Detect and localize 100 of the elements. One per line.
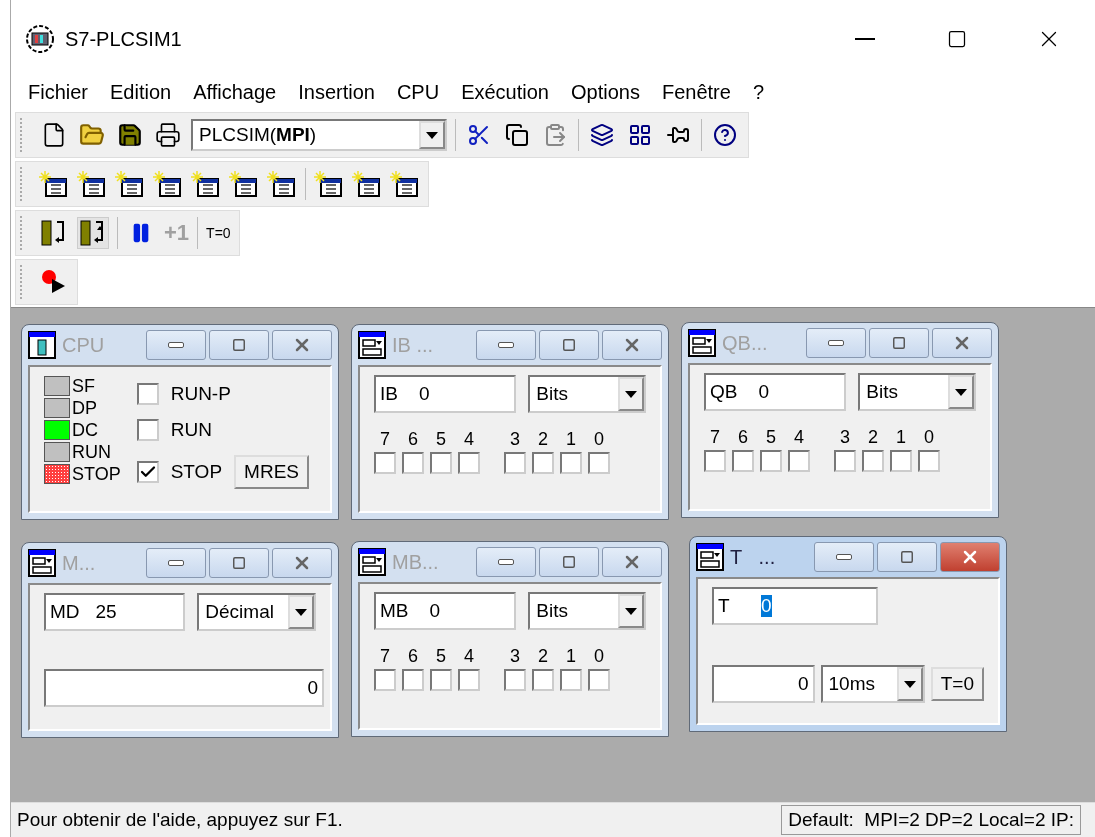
- bit-label: 0: [924, 427, 934, 448]
- bit-checkbox[interactable]: [890, 450, 912, 472]
- bit-checkbox[interactable]: [532, 452, 554, 474]
- minimize-button[interactable]: [806, 328, 866, 358]
- record-play-icon[interactable]: [41, 269, 67, 295]
- menu-item[interactable]: Affichage: [182, 80, 288, 104]
- bit-checkbox[interactable]: [504, 452, 526, 474]
- new-window-icon[interactable]: [153, 170, 183, 198]
- led-label: RUN: [72, 441, 111, 463]
- new-window-icon[interactable]: [390, 170, 420, 198]
- minimize-button[interactable]: [476, 547, 536, 577]
- new-window-icon[interactable]: [77, 170, 107, 198]
- menu-item[interactable]: Options: [560, 80, 651, 104]
- connection-dropdown[interactable]: PLCSIM(MPI): [191, 119, 447, 151]
- bit-checkbox[interactable]: [788, 450, 810, 472]
- window-title: S7-PLCSIM1: [65, 27, 182, 51]
- bit-checkbox[interactable]: [458, 669, 480, 691]
- new-window-icon[interactable]: [39, 170, 69, 198]
- format-dropdown[interactable]: Bits: [528, 375, 646, 413]
- bit-checkbox[interactable]: [834, 450, 856, 472]
- bit-checkbox[interactable]: [560, 452, 582, 474]
- bit-checkbox[interactable]: [918, 450, 940, 472]
- maximize-button[interactable]: [209, 330, 269, 360]
- new-window-icon[interactable]: [115, 170, 145, 198]
- menu-item[interactable]: Insertion: [287, 80, 386, 104]
- bit-checkbox[interactable]: [732, 450, 754, 472]
- address-field[interactable]: IB 0: [374, 375, 517, 413]
- address-field[interactable]: MB 0: [374, 592, 517, 630]
- bit-checkbox[interactable]: [504, 669, 526, 691]
- minimize-button[interactable]: [476, 330, 536, 360]
- close-button[interactable]: [932, 328, 992, 358]
- bit-label: 1: [566, 429, 576, 450]
- printer-icon[interactable]: [153, 120, 183, 150]
- dropdown-arrow-icon: [426, 131, 438, 139]
- value-field[interactable]: 0: [712, 665, 815, 703]
- format-dropdown[interactable]: Bits: [858, 373, 976, 411]
- address-field[interactable]: QB 0: [704, 373, 847, 411]
- new-window-icon[interactable]: [314, 170, 344, 198]
- bit-checkbox[interactable]: [560, 669, 582, 691]
- address-field[interactable]: MD 25: [44, 593, 186, 631]
- address-field[interactable]: T 0: [712, 587, 878, 625]
- close-button[interactable]: [272, 548, 332, 578]
- minimize-button[interactable]: [146, 330, 206, 360]
- bit-checkbox[interactable]: [430, 452, 452, 474]
- reset-timers-button[interactable]: T=0: [206, 225, 231, 241]
- new-window-icon[interactable]: [191, 170, 221, 198]
- bit-label: 0: [594, 646, 604, 667]
- bit-checkbox[interactable]: [458, 452, 480, 474]
- reset-timer-button[interactable]: T=0: [930, 667, 984, 701]
- maximize-button[interactable]: [539, 547, 599, 577]
- close-button[interactable]: [602, 330, 662, 360]
- format-dropdown[interactable]: Bits: [528, 592, 646, 630]
- new-window-icon[interactable]: [352, 170, 382, 198]
- bit-checkbox[interactable]: [588, 452, 610, 474]
- maximize-button[interactable]: [877, 542, 937, 572]
- bit-checkbox[interactable]: [402, 452, 424, 474]
- bit-label: 4: [464, 646, 474, 667]
- bit-label: 7: [380, 429, 390, 450]
- bit-checkbox[interactable]: [430, 669, 452, 691]
- connection-status: Default: MPI=2 DP=2 Local=2 IP:: [781, 805, 1081, 835]
- bit-checkbox[interactable]: [374, 452, 396, 474]
- new-window-icon[interactable]: [267, 170, 297, 198]
- bit-label: 6: [408, 646, 418, 667]
- new-window-icon[interactable]: [229, 170, 259, 198]
- maximize-button[interactable]: [209, 548, 269, 578]
- mode-checkbox[interactable]: [136, 383, 159, 405]
- status-message: Pour obtenir de l'aide, appuyez sur F1.: [16, 809, 344, 831]
- bit-label: 1: [566, 646, 576, 667]
- bit-label: 7: [380, 646, 390, 667]
- menu-item[interactable]: CPU: [385, 80, 451, 104]
- format-dropdown[interactable]: Décimal: [197, 593, 316, 631]
- close-button[interactable]: [602, 547, 662, 577]
- maximize-button[interactable]: [539, 330, 599, 360]
- bit-checkbox[interactable]: [588, 669, 610, 691]
- bit-checkbox[interactable]: [532, 669, 554, 691]
- mode-checkbox[interactable]: [136, 419, 159, 441]
- time-base-dropdown[interactable]: 10ms: [820, 665, 925, 703]
- menu-item[interactable]: Exécution: [450, 80, 560, 104]
- close-button[interactable]: [272, 330, 332, 360]
- bit-checkbox[interactable]: [862, 450, 884, 472]
- bit-checkbox[interactable]: [760, 450, 782, 472]
- menu-item[interactable]: Fenêtre: [650, 80, 742, 104]
- menu-item[interactable]: Fichier: [17, 80, 99, 104]
- mode-checkbox[interactable]: [136, 461, 159, 483]
- mode-label: RUN: [170, 419, 212, 441]
- maximize-button[interactable]: [869, 328, 929, 358]
- bit-checkbox[interactable]: [374, 669, 396, 691]
- led-label: SF: [72, 375, 95, 397]
- value-field[interactable]: 0: [44, 669, 324, 707]
- menu-item[interactable]: ?: [741, 80, 775, 104]
- minimize-button[interactable]: [814, 542, 874, 572]
- mres-button[interactable]: MRES: [234, 455, 309, 489]
- menu-item[interactable]: Edition: [99, 80, 183, 104]
- minimize-button[interactable]: [146, 548, 206, 578]
- bit-checkbox[interactable]: [704, 450, 726, 472]
- close-button[interactable]: [940, 542, 1000, 572]
- bit-checkbox[interactable]: [402, 669, 424, 691]
- bit-label: 5: [436, 429, 446, 450]
- child-window-title: QB...: [722, 331, 769, 355]
- form-window-icon: [358, 548, 386, 576]
